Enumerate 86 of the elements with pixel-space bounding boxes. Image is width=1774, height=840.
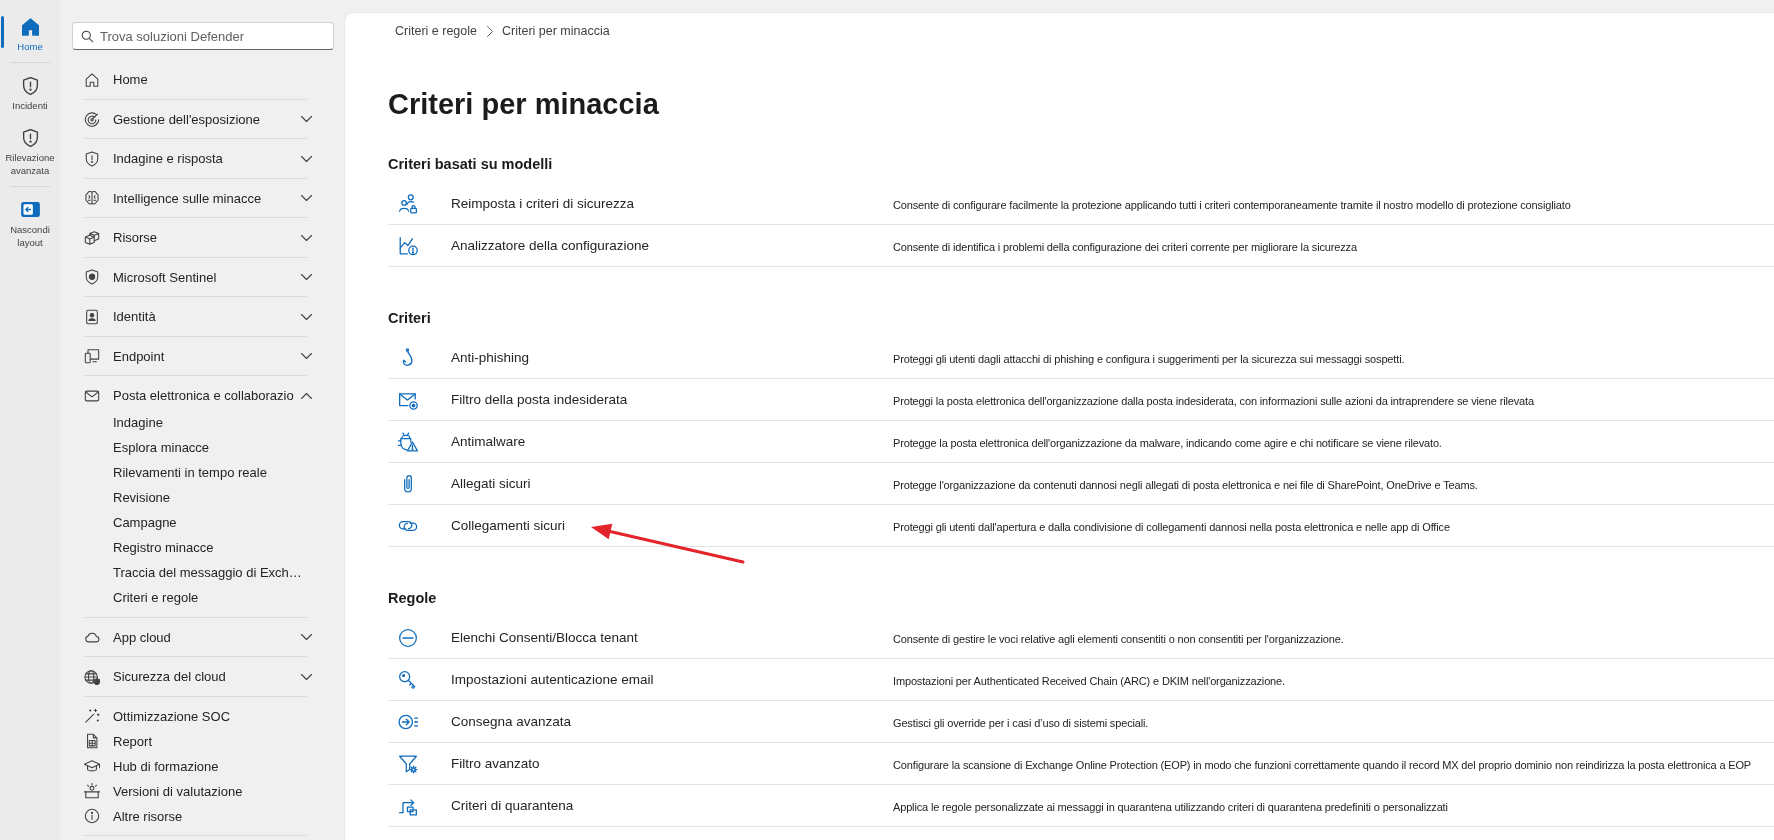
policy-description: Consente di configurare facilmente la protezione applicando tutti i criteri contemporaneamente tramite il nostro modello di protezione consigliato: [893, 198, 1571, 211]
policy-description: Configurare la scansione di Exchange Online Protection (EOP) in modo che funzioni correttamente quando il record MX del proprio dominio non reindirizza la posta elettronica a EOP: [893, 758, 1752, 771]
policy-description: Applica le regole personalizzate ai messaggi in quarantena utilizzando criteri di quarantena predefiniti o personalizzati: [893, 800, 1448, 813]
bug-warning-icon: [398, 431, 418, 452]
page-title: Criteri per minaccia: [388, 87, 660, 122]
nav-subitem[interactable]: Criteri e regole: [113, 585, 199, 610]
nav-item[interactable]: Posta elettronica e collaborazio: [84, 383, 312, 408]
policy-description: Proteggi la posta elettronica dell'organizzazione dalla posta indesiderata, con informazioni sulle azioni da intraprendere se viene rilevata: [893, 394, 1534, 407]
people-lock-icon: [398, 193, 418, 214]
policy-link[interactable]: Analizzatore della configurazione: [451, 235, 650, 256]
nav-item[interactable]: Gestione dell'esposizione: [84, 106, 312, 132]
magic-wand-icon: [84, 708, 100, 724]
nav-subitem[interactable]: Registro minacce: [113, 535, 214, 560]
target-icon: [84, 111, 100, 127]
box-sparkle-icon: [84, 783, 100, 799]
policy-link[interactable]: Allegati sicuri: [451, 473, 531, 494]
nav-subitem[interactable]: Indagine: [113, 410, 163, 435]
nav-item[interactable]: Sicurezza del cloud: [84, 664, 312, 689]
rail-nav-item[interactable]: Incidenti: [0, 71, 60, 116]
mail-icon: [84, 387, 100, 404]
section-heading: Regole: [388, 589, 438, 608]
rail-nav-item[interactable]: Rilevazione avanzata: [0, 123, 60, 181]
policy-description: Protegge l'organizzazione da contenuti dannosi negli allegati di posta elettronica e nei file di SharePoint, OneDrive e Teams.: [893, 478, 1478, 491]
filter-gear-icon: [398, 753, 418, 774]
policy-link[interactable]: Filtro avanzato: [451, 753, 540, 774]
policy-link[interactable]: Anti-phishing: [451, 347, 530, 368]
nav-item[interactable]: App cloud: [84, 624, 312, 650]
chart-alert-icon: [398, 235, 418, 256]
nav-subitem[interactable]: Campagne: [113, 510, 177, 535]
nav-subitem[interactable]: Revisione: [113, 485, 171, 510]
policy-description: Impostazioni per Authenticated Received Chain (ARC) e DKIM nell'organizzazione.: [893, 674, 1285, 687]
policy-link[interactable]: Elenchi Consenti/Blocca tenant: [451, 627, 638, 648]
nav-item[interactable]: Versioni di valutazione: [84, 778, 312, 804]
shield-alert-icon: [21, 129, 39, 147]
policy-link[interactable]: Reimposta i criteri di sicurezza: [451, 193, 635, 214]
nav-item[interactable]: Intelligence sulle minacce: [84, 185, 312, 211]
policy-description: Consente di identifica i problemi della configurazione dei criteri corrente per migliorare la sicurezza: [893, 240, 1357, 253]
graduation-cap-icon: [84, 758, 100, 774]
nav-item[interactable]: Hub di formazione: [84, 753, 312, 779]
breadcrumb-current: Criteri per minaccia: [502, 23, 610, 40]
nav-item[interactable]: Ottimizzazione SOC: [84, 703, 312, 729]
nav-item[interactable]: Home: [84, 67, 312, 92]
policy-link[interactable]: Consegna avanzata: [451, 711, 572, 732]
policy-description: Protegge la posta elettronica dell'organizzazione da malware, indicando come agire e chi notificare se viene rilevato.: [893, 436, 1442, 449]
nav-item[interactable]: Altre risorse: [84, 803, 312, 829]
shield-alert-icon: [21, 77, 39, 95]
policy-link[interactable]: Antimalware: [451, 431, 526, 452]
nav-item[interactable]: Microsoft Sentinel: [84, 264, 312, 290]
hide-layout-button[interactable]: Nascondi layout: [0, 195, 60, 253]
search-icon: [81, 29, 94, 43]
nav-item[interactable]: Report: [84, 728, 312, 754]
globe-shield-icon: [84, 668, 100, 685]
info-icon: [84, 808, 100, 824]
nav-item[interactable]: Risorse: [84, 225, 312, 250]
policy-description: Gestisci gli override per i casi d’uso di sistemi speciali.: [893, 716, 1149, 729]
chevron-right-icon: [487, 25, 493, 37]
nav-item[interactable]: Identità: [84, 304, 312, 329]
policy-description: Consente di gestire le voci relative agli elementi consentiti o non consentiti per l'organizzazione.: [893, 632, 1344, 645]
policy-description: Proteggi gli utenti dagli attacchi di phishing e configura i suggerimenti per la sicurezza sui messaggi sospetti.: [893, 352, 1405, 365]
policy-description: Proteggi gli utenti dall'apertura e dalla condivisione di collegamenti dannosi nella posta elettronica e nelle app di Office: [893, 520, 1450, 533]
devices-icon: [84, 348, 100, 364]
nav-subitem[interactable]: Rilevamenti in tempo reale: [113, 460, 267, 485]
nav-item[interactable]: Indagine e risposta: [84, 146, 312, 171]
nav-subitem[interactable]: Esplora minacce: [113, 435, 210, 460]
cubes-icon: [84, 229, 100, 246]
nav-subitem[interactable]: Traccia del messaggio di Exch…: [113, 560, 302, 585]
policy-link[interactable]: Collegamenti sicuri: [451, 515, 566, 536]
panel-collapse-icon: [20, 202, 40, 217]
shield-badge-icon: [84, 269, 100, 285]
breadcrumb-link[interactable]: Criteri e regole: [395, 21, 477, 41]
home-icon: [84, 71, 100, 88]
section-heading: Criteri: [388, 309, 432, 328]
policy-link[interactable]: Impostazioni autenticazione email: [451, 669, 654, 690]
section-heading: Criteri basati su modelli: [388, 155, 554, 174]
document-table-icon: [84, 733, 100, 749]
contact-card-icon: [84, 308, 100, 325]
policy-link[interactable]: Filtro della posta indesiderata: [451, 389, 628, 410]
nav-item[interactable]: Endpoint: [84, 343, 312, 369]
search-field[interactable]: Trova soluzioni Defender: [72, 22, 334, 50]
key-icon: [398, 669, 418, 690]
home-icon: [21, 18, 39, 36]
rail-nav-item[interactable]: Home: [0, 12, 60, 57]
policy-link[interactable]: Criteri di quarantena: [451, 795, 574, 816]
minus-circle-icon: [398, 627, 418, 648]
brain-icon: [84, 190, 100, 206]
shield-alert-icon: [84, 150, 100, 167]
